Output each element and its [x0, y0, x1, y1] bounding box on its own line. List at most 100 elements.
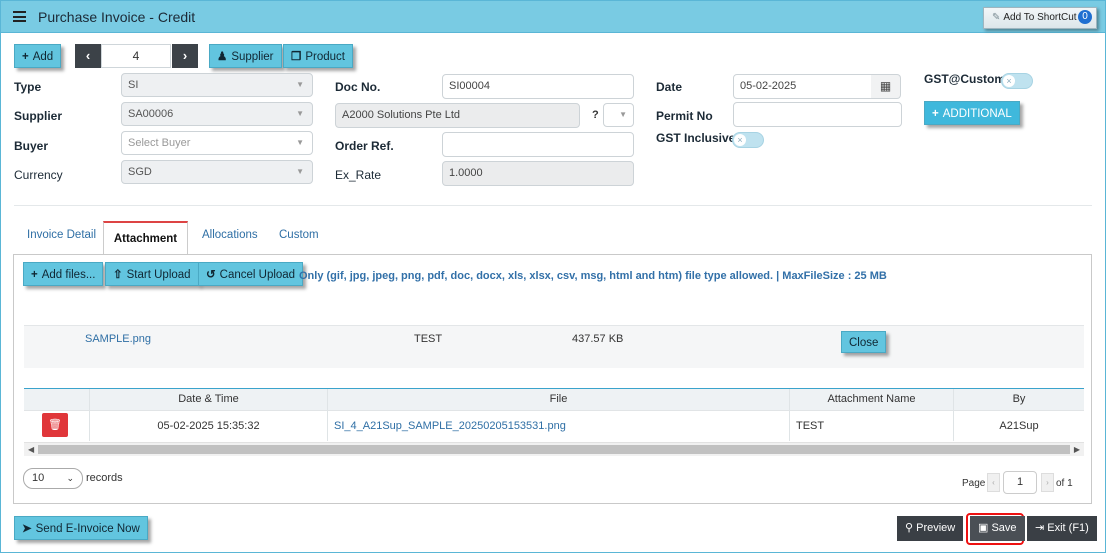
table-cell-file-link[interactable]: SI_4_A21Sup_SAMPLE_20250205153531.png [328, 410, 790, 441]
page-size-select[interactable]: 10 ⌄ [23, 468, 83, 489]
exit-button[interactable]: ⇥ Exit (F1) [1027, 516, 1097, 541]
product-button[interactable]: ❒ Product [283, 44, 353, 68]
table-header-attachment-name[interactable]: Attachment Name [790, 389, 954, 410]
buyer-placeholder: Select Buyer [128, 137, 191, 149]
caret-down-icon: ▼ [619, 110, 627, 119]
currency-label: Currency [14, 168, 63, 182]
type-select[interactable]: SI ▼ [121, 73, 313, 97]
calendar-icon[interactable]: ▦ [871, 74, 901, 99]
start-upload-button[interactable]: ⇧ Start Upload [105, 262, 199, 286]
date-input[interactable]: 05-02-2025 [733, 74, 872, 99]
upload-icon: ⇧ [113, 269, 123, 281]
user-icon: ♟ [217, 51, 228, 63]
close-button[interactable]: Close [841, 331, 887, 353]
add-to-shortcut-button[interactable]: ✎ Add To ShortCut 0 [983, 7, 1097, 29]
supplier-select[interactable]: SA00006 ▼ [121, 102, 313, 126]
caret-down-icon: ▼ [296, 138, 304, 147]
table-cell-attachment-name: TEST [790, 410, 954, 441]
page-label: Page [962, 478, 986, 489]
add-label: Add [32, 51, 54, 63]
file-size: 437.57 KB [572, 333, 624, 345]
type-label: Type [14, 80, 42, 94]
permit-label: Permit No [656, 109, 713, 123]
menu-icon[interactable] [13, 11, 26, 22]
plus-icon: + [31, 269, 38, 281]
table-header-by[interactable]: By [954, 389, 1084, 410]
gst-custom-toggle[interactable]: × [1001, 73, 1033, 89]
attachments-table: Date & Time File Attachment Name By 05-0… [24, 388, 1084, 441]
prev-record-button[interactable]: ‹ [75, 44, 101, 68]
orderref-input[interactable] [442, 132, 634, 157]
attachment-panel [13, 254, 1092, 504]
buyer-select[interactable]: Select Buyer ▼ [121, 131, 313, 155]
shortcut-count-badge: 0 [1078, 10, 1092, 24]
tab-invoice-detail[interactable]: Invoice Detail [27, 229, 96, 241]
supplier-extra-select[interactable]: ▼ [603, 103, 634, 127]
table-cell-by: A21Sup [954, 410, 1084, 441]
next-page-button[interactable]: › [1041, 473, 1054, 492]
supplier-button-label: Supplier [231, 51, 274, 63]
send-einvoice-label: Send E-Invoice Now [35, 523, 140, 535]
question-mark: ? [592, 109, 599, 121]
tab-allocations[interactable]: Allocations [202, 229, 258, 241]
add-files-label: Add files... [41, 269, 96, 281]
additional-button[interactable]: + ADDITIONAL [924, 101, 1020, 125]
save-button[interactable]: ▣ Save [970, 516, 1025, 541]
prev-page-button[interactable]: ‹ [987, 473, 1000, 492]
plus-icon: + [932, 108, 939, 120]
buyer-label: Buyer [14, 139, 49, 153]
table-header-file[interactable]: File [328, 389, 790, 410]
cancel-upload-button[interactable]: ↺ Cancel Upload [198, 262, 304, 286]
supplier-value: SA00006 [128, 108, 174, 120]
send-einvoice-button[interactable]: ➤ Send E-Invoice Now [14, 516, 148, 540]
page-size-value: 10 [32, 472, 45, 484]
add-button[interactable]: + Add [14, 44, 62, 68]
scroll-right-icon[interactable]: ▶ [1074, 443, 1080, 456]
exit-label: Exit (F1) [1047, 522, 1089, 534]
preview-button[interactable]: ⚲ Preview [897, 516, 964, 541]
horizontal-scrollbar[interactable]: ◀ ▶ [24, 442, 1084, 456]
table-cell-datetime: 05-02-2025 15:35:32 [90, 410, 328, 441]
currency-value: SGD [128, 166, 152, 178]
caret-down-icon: ▼ [296, 109, 304, 118]
file-title: TEST [414, 333, 443, 345]
exit-icon: ⇥ [1035, 522, 1045, 534]
docno-input[interactable]: SI00004 [442, 74, 634, 99]
x-icon: × [734, 134, 746, 146]
table-header-datetime[interactable]: Date & Time [90, 389, 328, 410]
orderref-label: Order Ref. [335, 139, 394, 153]
tab-custom[interactable]: Custom [279, 229, 319, 241]
currency-select[interactable]: SGD ▼ [121, 160, 313, 184]
title-bar: Purchase Invoice - Credit ✎ Add To ShortC… [1, 1, 1105, 33]
save-label: Save [991, 522, 1017, 534]
scrollbar-thumb[interactable] [38, 445, 1070, 454]
permit-input[interactable] [733, 102, 902, 127]
exrate-input[interactable]: 1.0000 [442, 161, 634, 186]
supplier-button[interactable]: ♟ Supplier [209, 44, 282, 68]
type-value: SI [128, 79, 139, 91]
caret-down-icon: ▼ [296, 167, 304, 176]
page-number-input[interactable]: 1 [1003, 471, 1037, 494]
cancel-upload-label: Cancel Upload [219, 269, 296, 281]
chevron-right-icon: › [1046, 478, 1049, 487]
chevron-left-icon: ‹ [85, 48, 91, 63]
preview-label: Preview [916, 522, 956, 534]
tab-attachment[interactable]: Attachment [103, 221, 188, 255]
table-header-action [24, 389, 90, 410]
page-title: Purchase Invoice - Credit [38, 9, 196, 25]
delete-row-button[interactable]: 🗑 [42, 413, 68, 437]
page-of-label: of 1 [1056, 478, 1073, 489]
scroll-left-icon[interactable]: ◀ [28, 443, 34, 456]
uploaded-file-link[interactable]: SAMPLE.png [85, 333, 151, 345]
next-record-button[interactable]: › [172, 44, 198, 68]
gst-inclusive-toggle[interactable]: × [732, 132, 764, 148]
add-files-button[interactable]: + Add files... [23, 262, 104, 286]
gst-custom-label: GST@Custom [924, 72, 1006, 86]
undo-icon: ↺ [206, 269, 216, 281]
record-number-input[interactable]: 4 [101, 44, 171, 68]
paper-plane-icon: ➤ [22, 523, 32, 535]
exrate-label: Ex_Rate [335, 168, 382, 182]
chevron-right-icon: › [182, 48, 188, 63]
gift-icon: ❒ [291, 51, 302, 63]
x-icon: × [1003, 75, 1015, 87]
